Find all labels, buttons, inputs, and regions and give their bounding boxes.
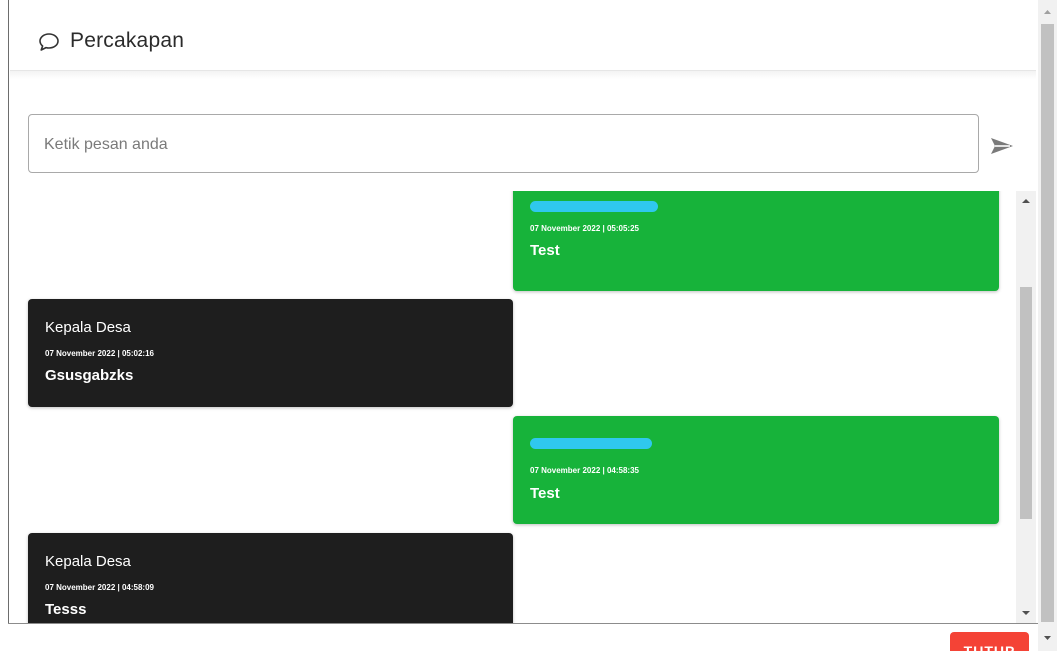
message-sender: Kepala Desa <box>45 319 131 336</box>
message-sender: Kepala Desa <box>45 553 131 570</box>
message-list: 07 November 2022 | 05:05:25 Test Kepala … <box>10 191 1016 623</box>
send-icon[interactable] <box>986 132 1018 160</box>
scroll-up-arrow-icon[interactable] <box>1038 4 1057 20</box>
dialog-left-border <box>8 0 9 623</box>
message-list-scrollbar[interactable] <box>1016 191 1036 623</box>
dialog-bottom-border <box>8 623 1038 624</box>
redacted-sender-name <box>530 201 658 212</box>
redacted-sender-name <box>530 438 652 449</box>
message-text: Gsusgabzks <box>45 367 134 384</box>
dialog-title: Percakapan <box>70 29 185 52</box>
message-bubble-outgoing: 07 November 2022 | 04:58:35 Test <box>513 416 999 524</box>
page-scrollbar[interactable] <box>1038 0 1057 651</box>
scrollbar-thumb[interactable] <box>1041 24 1054 622</box>
scrollbar-thumb[interactable] <box>1020 287 1032 519</box>
message-timestamp: 07 November 2022 | 04:58:35 <box>530 466 639 475</box>
header-divider <box>10 71 1036 79</box>
message-bubble-incoming: Kepala Desa 07 November 2022 | 04:58:09 … <box>28 533 513 623</box>
scroll-down-arrow-icon[interactable] <box>1038 630 1057 646</box>
chat-dialog: Percakapan 07 November 2022 | 05:05:25 T… <box>0 0 1057 651</box>
message-timestamp: 07 November 2022 | 04:58:09 <box>45 583 154 592</box>
dialog-header: Percakapan <box>10 0 1036 71</box>
message-text: Test <box>530 242 560 259</box>
message-timestamp: 07 November 2022 | 05:05:25 <box>530 224 639 233</box>
message-text: Test <box>530 485 560 502</box>
close-button[interactable]: TUTUP <box>950 632 1029 651</box>
message-bubble-incoming: Kepala Desa 07 November 2022 | 05:02:16 … <box>28 299 513 407</box>
message-text: Tesss <box>45 601 87 618</box>
chat-bubble-icon <box>39 33 59 51</box>
message-bubble-outgoing: 07 November 2022 | 05:05:25 Test <box>513 191 999 291</box>
message-timestamp: 07 November 2022 | 05:02:16 <box>45 349 154 358</box>
scroll-down-arrow-icon[interactable] <box>1016 605 1036 621</box>
scroll-up-arrow-icon[interactable] <box>1016 193 1036 209</box>
message-input-container <box>28 114 979 174</box>
message-input[interactable] <box>42 115 966 174</box>
